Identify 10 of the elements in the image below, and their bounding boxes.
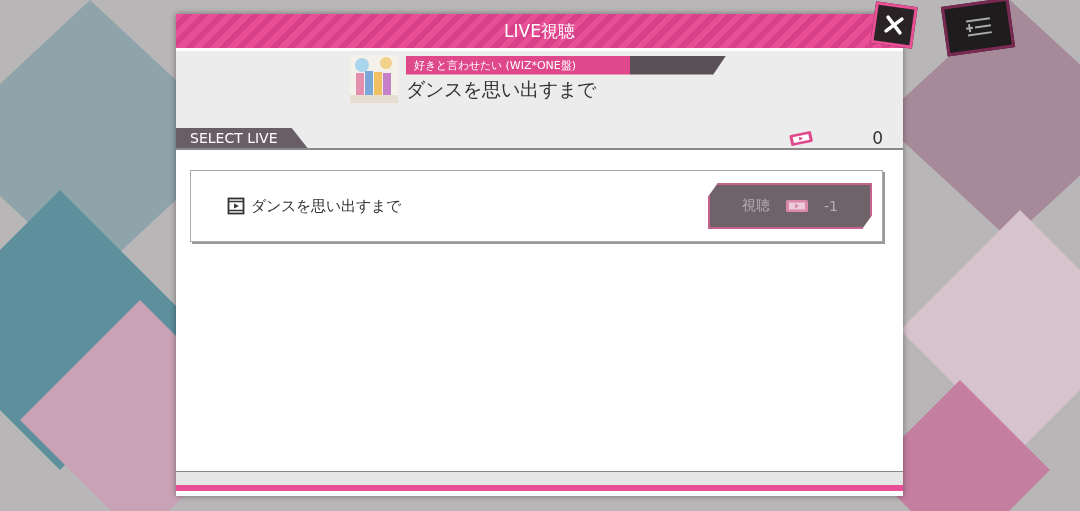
ticket-icon (787, 129, 815, 147)
live-title: ダンスを思い出すまで (251, 196, 401, 216)
ticket-count: 0 (871, 128, 884, 148)
song-title: ダンスを思い出すまで (406, 76, 597, 102)
ticket-icon (784, 198, 810, 214)
close-icon (882, 13, 906, 37)
film-icon (227, 197, 245, 215)
album-name: 好きと言わせたい (WIZ*ONE盤) (406, 55, 727, 75)
section-label: SELECT LIVE (176, 128, 308, 148)
dialog-title: LIVE視聴 (504, 19, 575, 43)
